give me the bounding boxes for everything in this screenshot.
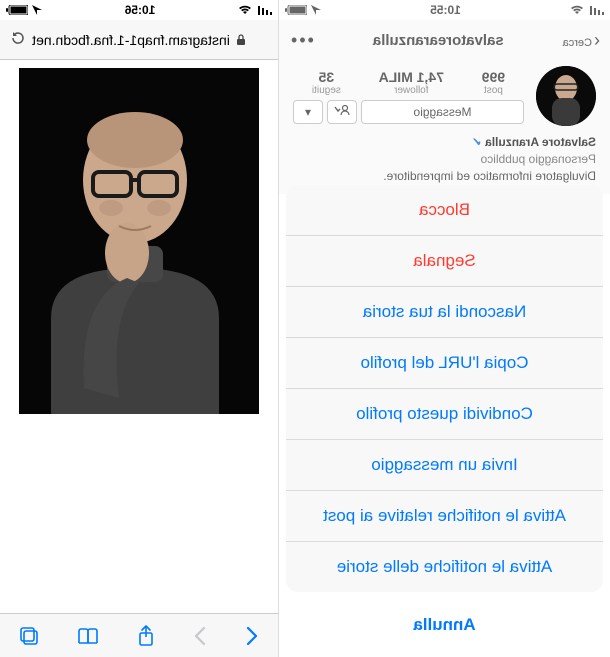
signal-icon [256,5,272,15]
sheet-copy-url[interactable]: Copia l'URL del profilo [286,338,603,389]
status-bar: 10:56 [0,0,278,20]
nav-back-button[interactable] [245,626,259,646]
sheet-hide-story[interactable]: Nascondi la tua storia [286,287,603,338]
address-domain: instagram.fnap1-1.fna.fbcdn.net [32,32,230,48]
nav-forward-button [193,626,207,646]
page-content [0,60,278,600]
sheet-report[interactable]: Segnala [286,236,603,287]
sheet-share-profile[interactable]: Condividi questo profilo [286,389,603,440]
tabs-button[interactable] [19,626,39,646]
address-bar[interactable]: instagram.fnap1-1.fna.fbcdn.net [0,20,278,60]
instagram-screen: 10:55 ‹Cerca salvatorearanzulla ••• [278,0,610,657]
sheet-enable-story-notifications[interactable]: Attiva le notifiche delle storie [286,542,603,592]
safari-toolbar [0,613,278,657]
profile-image[interactable] [19,68,259,414]
sheet-send-message[interactable]: Invia un messaggio [286,440,603,491]
action-sheet-overlay[interactable]: Blocca Segnala Nascondi la tua storia Co… [279,0,610,657]
lock-icon [236,34,246,46]
safari-screen: 10:56 instagram.fnap1-1.fna.fbcdn.net [0,0,278,657]
status-time: 10:56 [125,3,156,17]
wifi-icon [238,5,252,15]
sheet-enable-post-notifications[interactable]: Attiva le notifiche relative ai post [286,491,603,542]
reload-icon[interactable] [10,30,26,49]
battery-icon [6,5,28,15]
location-icon [32,5,42,15]
sheet-block[interactable]: Blocca [286,185,603,236]
action-sheet: Blocca Segnala Nascondi la tua storia Co… [286,185,603,650]
share-button[interactable] [137,625,155,647]
sheet-cancel[interactable]: Annulla [286,600,603,650]
bookmarks-button[interactable] [77,627,99,645]
